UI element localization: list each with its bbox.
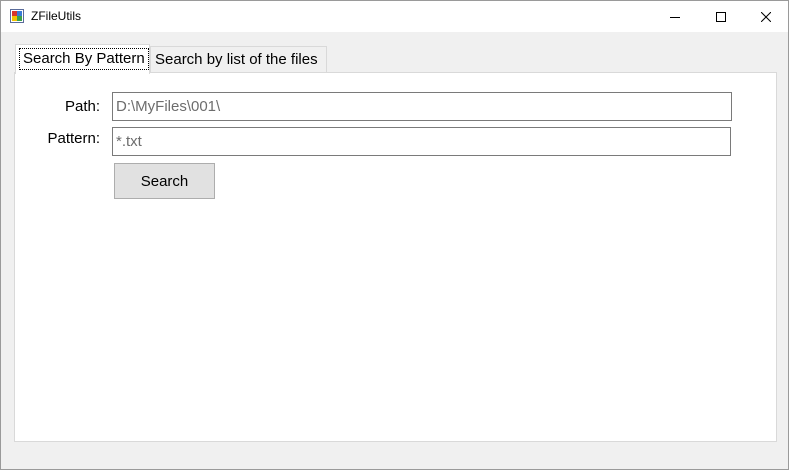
app-icon <box>10 9 24 23</box>
pattern-input[interactable] <box>112 127 731 156</box>
maximize-button[interactable] <box>698 1 744 32</box>
tab-label: Search by list of the files <box>155 51 318 68</box>
tab-label: Search By Pattern <box>19 48 149 70</box>
tab-search-by-list[interactable]: Search by list of the files <box>150 46 327 73</box>
minimize-button[interactable] <box>652 1 698 32</box>
path-input[interactable] <box>112 92 732 121</box>
close-icon <box>761 11 771 22</box>
pattern-label: Pattern: <box>47 130 100 147</box>
close-button[interactable] <box>743 1 789 32</box>
path-label: Path: <box>64 98 100 115</box>
tab-panel-search-by-pattern: Path: Pattern: Search <box>14 72 777 442</box>
main-window: ZFileUtils Search By Pattern Search by l… <box>0 0 789 470</box>
search-button[interactable]: Search <box>114 163 215 199</box>
minimize-icon <box>670 16 680 18</box>
tab-search-by-pattern[interactable]: Search By Pattern <box>15 44 150 74</box>
window-title: ZFileUtils <box>31 9 81 23</box>
title-bar[interactable]: ZFileUtils <box>1 1 788 32</box>
maximize-icon <box>716 11 726 22</box>
